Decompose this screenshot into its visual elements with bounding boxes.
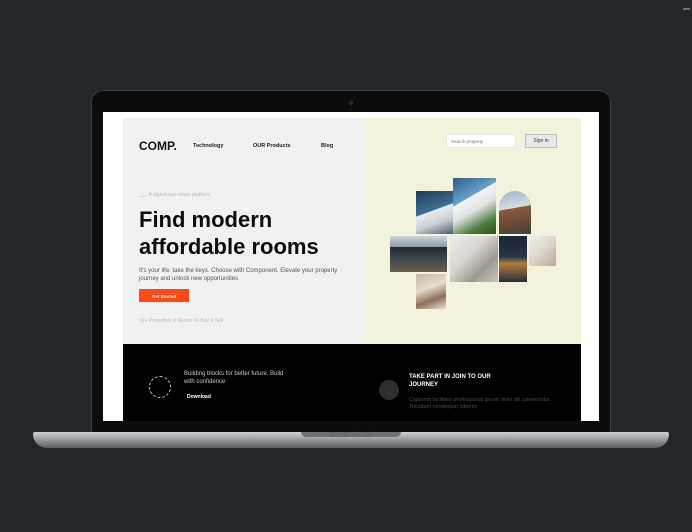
nav-blog[interactable]: Blog — [321, 143, 333, 149]
hand-photo-7 — [529, 236, 556, 266]
join-text: Copiums facilities professional ipsum do… — [409, 397, 552, 410]
interior-photo-5 — [450, 236, 498, 282]
nav-our-products[interactable]: OUR Products — [253, 143, 291, 149]
corner-mark — [683, 8, 690, 10]
house-photo-4 — [390, 236, 447, 272]
join-title: TAKE PART IN JOIN TO OUR JOURNEY — [409, 374, 491, 388]
get-started-button[interactable]: Get Started — [139, 289, 189, 302]
loading-ring-icon — [149, 376, 171, 398]
site-logo[interactable]: COMP. — [139, 139, 177, 153]
hero-subtext: It's your life: take the keys. Choose wi… — [139, 268, 338, 282]
headline-line-2: affordable rooms — [139, 234, 319, 259]
laptop-lid: COMP. Technology OUR Products Blog ___ A… — [91, 90, 611, 442]
hero-headline: Find modern affordable rooms — [139, 206, 369, 260]
nav-technology[interactable]: Technology — [193, 143, 223, 149]
properties-count: 1k+ Properties is Ready To Buy & Sell — [139, 318, 224, 324]
sign-in-button[interactable]: Sign in — [525, 134, 557, 148]
hero-tagline: ___ A digital real estate platform — [139, 192, 211, 198]
house-photo-6 — [499, 236, 527, 282]
laptop-screen: COMP. Technology OUR Products Blog ___ A… — [103, 112, 599, 421]
house-photo-3 — [499, 191, 531, 234]
house-photo-1 — [416, 191, 453, 234]
website: COMP. Technology OUR Products Blog ___ A… — [123, 118, 581, 421]
headline-line-1: Find modern — [139, 207, 273, 232]
house-photo-2 — [453, 178, 496, 234]
hero-left-panel: COMP. Technology OUR Products Blog ___ A… — [123, 118, 364, 344]
circle-icon — [379, 380, 399, 400]
blocks-text: Building blocks for better future. Build… — [184, 371, 284, 385]
hero-right-panel: Sign in — [364, 118, 581, 344]
interior-photo-8 — [416, 274, 446, 309]
camera-dot — [349, 101, 353, 105]
search-input[interactable] — [446, 134, 516, 148]
device-brand-label: MacBook Air — [330, 432, 373, 439]
download-link[interactable]: Download — [187, 394, 211, 400]
